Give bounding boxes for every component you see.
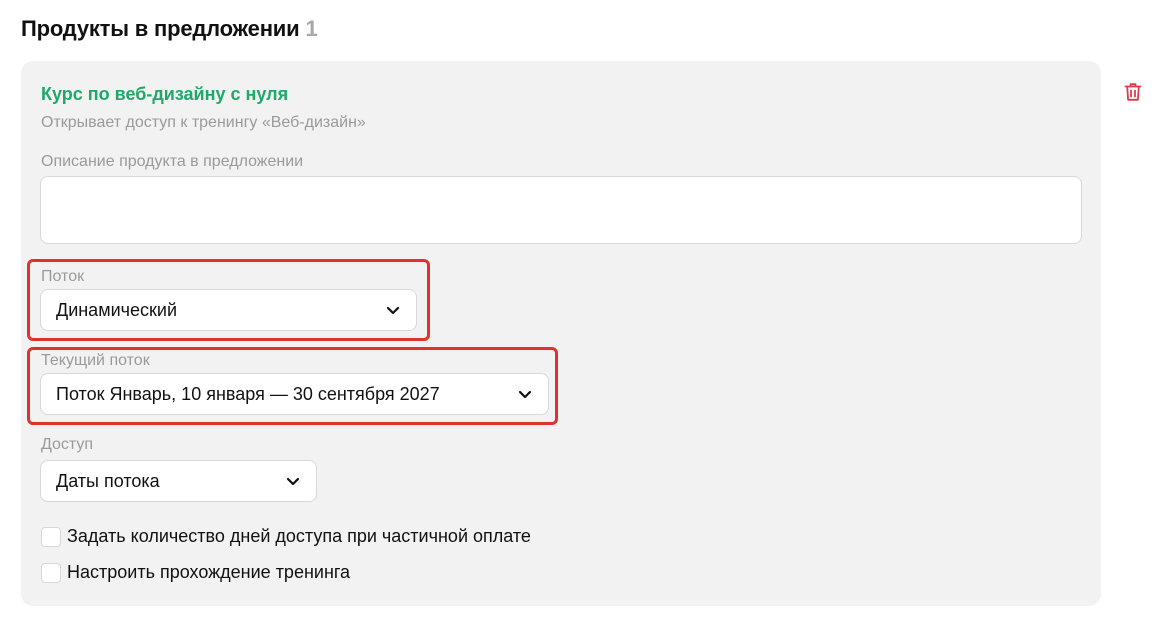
chevron-down-icon — [518, 390, 532, 398]
offer-products-page: Продукты в предложении 1 Курс по веб-диза… — [0, 0, 1158, 618]
stream-label: Поток — [41, 268, 85, 285]
training-progress-checkbox[interactable] — [41, 562, 61, 583]
partial-payment-days-checkbox-row[interactable]: Задать количество дней доступа при части… — [41, 526, 531, 547]
chevron-down-icon — [386, 306, 400, 314]
description-label: Описание продукта в предложении — [41, 153, 304, 170]
access-label: Доступ — [41, 436, 94, 453]
section-title-text: Продукты в предложении — [21, 16, 300, 41]
current-stream-select[interactable]: Поток Январь, 10 января — 30 сентября 20… — [40, 373, 549, 415]
partial-payment-days-label: Задать количество дней доступа при части… — [67, 526, 531, 546]
description-textarea[interactable] — [40, 176, 1082, 244]
product-subtitle: Открывает доступ к тренингу «Веб-дизайн» — [41, 114, 366, 131]
stream-select[interactable]: Динамический — [40, 289, 417, 331]
current-stream-select-value: Поток Январь, 10 января — 30 сентября 20… — [56, 383, 440, 404]
chevron-down-icon — [286, 477, 300, 485]
access-select[interactable]: Даты потока — [40, 460, 317, 502]
access-select-value: Даты потока — [56, 470, 160, 491]
current-stream-label: Текущий поток — [41, 352, 150, 369]
product-card — [21, 61, 1101, 606]
training-progress-checkbox-row[interactable]: Настроить прохождение тренинга — [41, 562, 350, 583]
product-title: Курс по веб-дизайну с нуля — [41, 84, 289, 104]
partial-payment-days-checkbox[interactable] — [41, 526, 61, 547]
training-progress-label: Настроить прохождение тренинга — [67, 562, 351, 582]
stream-select-value: Динамический — [56, 299, 177, 320]
product-count: 1 — [305, 16, 318, 41]
section-title: Продукты в предложении 1 — [21, 16, 318, 42]
trash-icon[interactable] — [1124, 82, 1142, 102]
